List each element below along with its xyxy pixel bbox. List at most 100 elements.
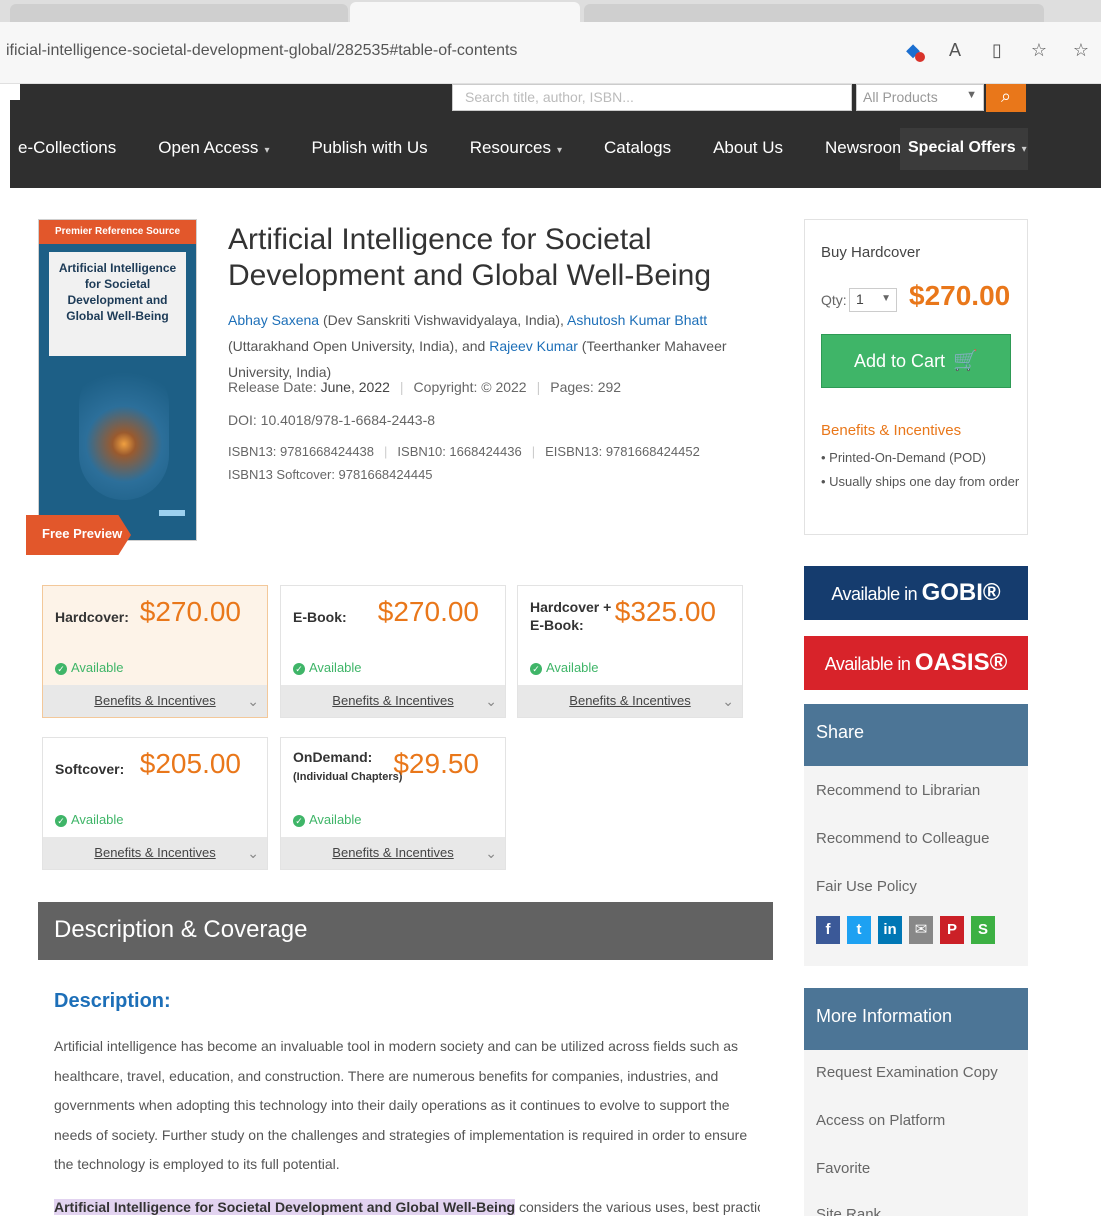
- nav-link-open-access[interactable]: Open Access ▾: [158, 138, 269, 158]
- browser-toolbar: ◆ A ▯ ☆ ☆: [901, 38, 1093, 62]
- format-price: $205.00: [139, 748, 241, 779]
- availability-status: ✓ Available: [55, 812, 124, 827]
- url-text[interactable]: ificial-intelligence-societal-developmen…: [6, 42, 517, 60]
- book-cover[interactable]: Premier Reference Source Artificial Inte…: [38, 219, 197, 541]
- address-bar: ificial-intelligence-societal-developmen…: [0, 22, 1101, 84]
- check-icon: ✓: [293, 663, 305, 675]
- share-header: Share: [804, 704, 1028, 766]
- browser-tab[interactable]: [10, 4, 348, 22]
- chevron-down-icon: ⌄: [485, 693, 497, 709]
- main-nav: e-Collections Open Access ▾ Publish with Us…: [18, 138, 948, 158]
- linkedin-icon[interactable]: in: [878, 916, 902, 944]
- more-info-header: More Information: [804, 988, 1028, 1050]
- benefits-toggle[interactable]: Benefits & Incentives ⌄: [518, 685, 742, 717]
- search-input[interactable]: Search title, author, ISBN...: [452, 84, 852, 111]
- author-link[interactable]: Abhay Saxena: [228, 312, 319, 328]
- social-share-icons: f t in ✉ P S: [816, 916, 995, 944]
- fair-use-link[interactable]: Fair Use Policy: [816, 878, 917, 895]
- check-icon: ✓: [293, 815, 305, 827]
- site-rank-link[interactable]: Site Rank: [816, 1206, 881, 1216]
- add-to-cart-button[interactable]: Add to Cart 🛒: [821, 334, 1011, 388]
- sharethis-icon[interactable]: S: [971, 916, 995, 944]
- access-platform-link[interactable]: Access on Platform: [816, 1112, 945, 1129]
- chevron-down-icon: ⌄: [722, 693, 734, 709]
- format-card-hardcover-ebook[interactable]: Hardcover + E-Book: $325.00 ✓ Available B…: [517, 585, 743, 718]
- availability-status: ✓ Available: [55, 660, 124, 675]
- cover-decoration: [159, 510, 185, 516]
- products-select[interactable]: All Products ▼: [856, 84, 984, 111]
- doi[interactable]: DOI: 10.4018/978-1-6684-2443-8: [228, 412, 435, 428]
- browser-tab-active[interactable]: [350, 2, 580, 22]
- check-icon: ✓: [55, 815, 67, 827]
- collections-icon[interactable]: ☆: [1069, 38, 1093, 62]
- twitter-icon[interactable]: t: [847, 916, 871, 944]
- chevron-down-icon: ⌄: [247, 693, 259, 709]
- qty-label: Qty:: [821, 292, 847, 308]
- benefits-toggle[interactable]: Benefits & Incentives ⌄: [43, 837, 267, 869]
- format-card-hardcover[interactable]: Hardcover: $270.00 ✓ Available Benefits &…: [42, 585, 268, 718]
- nav-link-about-us[interactable]: About Us: [713, 138, 783, 158]
- nav-link-catalogs[interactable]: Catalogs: [604, 138, 671, 158]
- benefits-toggle[interactable]: Benefits & Incentives ⌄: [43, 685, 267, 717]
- translate-icon[interactable]: ◆: [901, 38, 925, 62]
- nav-link-publish-with-us[interactable]: Publish with Us: [311, 138, 427, 158]
- search-icon: ⌕: [1000, 86, 1012, 106]
- gobi-badge[interactable]: Available in GOBI®: [804, 566, 1028, 620]
- chevron-down-icon: ▾: [1021, 144, 1027, 155]
- site-navbar: Search title, author, ISBN... All Produc…: [10, 84, 1101, 188]
- isbn-softcover: ISBN13 Softcover: 9781668424445: [228, 467, 433, 482]
- benefits-heading[interactable]: Benefits & Incentives: [821, 422, 961, 439]
- author-link[interactable]: Rajeev Kumar: [489, 338, 578, 354]
- benefits-list: Printed-On-Demand (POD) Usually ships on…: [821, 446, 1021, 494]
- format-price: $325.00: [614, 596, 716, 627]
- split-screen-icon[interactable]: ▯: [985, 38, 1009, 62]
- more-info-panel: Request Examination Copy Access on Platf…: [804, 1050, 1028, 1216]
- browser-tabstrip: [0, 0, 1101, 22]
- description-text-2: Artificial Intelligence for Societal Dev…: [54, 1199, 760, 1215]
- availability-status: ✓ Available: [530, 660, 599, 675]
- browser-tab[interactable]: [584, 4, 1044, 22]
- free-preview-button[interactable]: Free Preview: [26, 515, 131, 555]
- favorites-icon[interactable]: ☆: [1027, 38, 1051, 62]
- benefits-toggle[interactable]: Benefits & Incentives ⌄: [281, 837, 505, 869]
- buy-label: Buy Hardcover: [821, 244, 921, 261]
- chevron-down-icon: ⌄: [247, 845, 259, 861]
- notification-dot: [915, 52, 925, 62]
- oasis-badge[interactable]: Available in OASIS®: [804, 636, 1028, 690]
- nav-link-e-collections[interactable]: e-Collections: [18, 138, 116, 158]
- request-exam-copy-link[interactable]: Request Examination Copy: [816, 1064, 998, 1081]
- nav-link-resources[interactable]: Resources ▾: [470, 138, 562, 158]
- site-logo[interactable]: [10, 84, 20, 100]
- isbn-info: ISBN13: 9781668424438 | ISBN10: 1668424436…: [228, 444, 700, 459]
- search-button[interactable]: ⌕: [986, 84, 1026, 112]
- release-info: Release Date: June, 2022 | Copyright: © 20…: [228, 379, 622, 395]
- format-card-ondemand[interactable]: OnDemand: (Individual Chapters) $29.50 ✓ A…: [280, 737, 506, 870]
- format-price: $270.00: [139, 596, 241, 627]
- recommend-colleague-link[interactable]: Recommend to Colleague: [816, 830, 989, 847]
- read-aloud-icon[interactable]: A: [943, 38, 967, 62]
- description-text: Artificial intelligence has become an in…: [54, 1038, 748, 1172]
- share-panel: Recommend to Librarian Recommend to Coll…: [804, 766, 1028, 966]
- benefits-toggle[interactable]: Benefits & Incentives ⌄: [281, 685, 505, 717]
- buy-price: $270.00: [909, 280, 1011, 311]
- nav-link-newsroom[interactable]: Newsroom: [825, 138, 906, 158]
- description-header[interactable]: Description & Coverage: [38, 902, 773, 960]
- cover-series-label: Premier Reference Source: [39, 220, 196, 244]
- availability-status: ✓ Available: [293, 812, 362, 827]
- format-card-softcover[interactable]: Softcover: $205.00 ✓ Available Benefits &…: [42, 737, 268, 870]
- cart-icon: 🛒: [953, 350, 978, 372]
- chevron-down-icon: ▼: [881, 293, 891, 304]
- page-title: Artificial Intelligence for Societal Dev…: [228, 223, 712, 292]
- email-icon[interactable]: ✉: [909, 916, 933, 944]
- special-offers-menu[interactable]: Special Offers ▾: [900, 128, 1028, 170]
- favorite-link[interactable]: Favorite: [816, 1160, 870, 1177]
- quantity-select[interactable]: 1 ▼: [849, 288, 897, 312]
- recommend-librarian-link[interactable]: Recommend to Librarian: [816, 782, 980, 799]
- facebook-icon[interactable]: f: [816, 916, 840, 944]
- cover-artwork: [79, 360, 169, 500]
- format-card-ebook[interactable]: E-Book: $270.00 ✓ Available Benefits & In…: [280, 585, 506, 718]
- pinterest-icon[interactable]: P: [940, 916, 964, 944]
- check-icon: ✓: [55, 663, 67, 675]
- description-title: Description:: [54, 990, 171, 1012]
- author-link[interactable]: Ashutosh Kumar Bhatt: [567, 312, 707, 328]
